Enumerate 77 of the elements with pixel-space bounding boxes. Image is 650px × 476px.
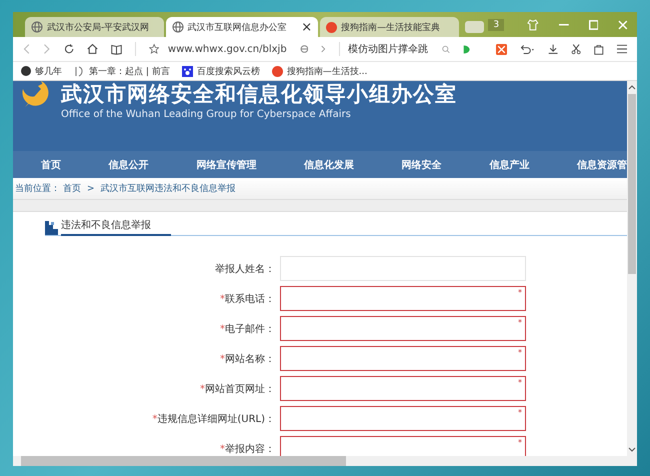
breadcrumb-current: 武汉市互联网违法和不良信息举报 bbox=[100, 182, 236, 195]
breadcrumb-link[interactable]: 首页 bbox=[63, 182, 81, 195]
field-label: 举报人姓名： bbox=[214, 262, 275, 276]
breadcrumb-label: 当前位置： bbox=[15, 182, 60, 195]
bookmark-title: 够几年 bbox=[35, 66, 62, 78]
download-icon[interactable] bbox=[548, 42, 558, 56]
scrollbar-thumb[interactable] bbox=[21, 456, 346, 466]
tab-title: 武汉市公安局-平安武汉网 bbox=[47, 22, 150, 34]
chevron-right-icon[interactable] bbox=[321, 44, 326, 54]
back-icon[interactable] bbox=[23, 42, 30, 56]
nav-link[interactable]: 信息资源管 bbox=[576, 158, 627, 172]
vertical-scrollbar[interactable] bbox=[627, 81, 637, 456]
field-label: *网站名称： bbox=[219, 352, 275, 366]
bookmark-title: 第一章：起点 | 前言 bbox=[89, 66, 170, 78]
nav-link[interactable]: 信息化发展 bbox=[304, 158, 354, 172]
globe-icon bbox=[172, 21, 184, 33]
input-field[interactable]: * bbox=[280, 346, 526, 371]
shirt-icon[interactable] bbox=[527, 18, 539, 30]
nav-link[interactable]: 网络宣传管理 bbox=[196, 158, 256, 172]
field-label: *网站首页网址： bbox=[199, 382, 275, 396]
tab-count-button[interactable]: 3 bbox=[488, 18, 504, 30]
home-icon[interactable] bbox=[86, 42, 98, 56]
input-field[interactable] bbox=[280, 256, 526, 281]
tools-icon[interactable] bbox=[496, 42, 507, 56]
search-icon[interactable] bbox=[442, 44, 450, 54]
input-field[interactable]: * bbox=[280, 376, 526, 401]
scissors-icon[interactable] bbox=[570, 42, 582, 56]
undo-icon[interactable] bbox=[520, 42, 535, 56]
input-field[interactable]: * bbox=[280, 286, 526, 311]
bookmark-link[interactable]: 百度搜索风云榜 bbox=[182, 64, 260, 78]
forward-icon[interactable] bbox=[43, 42, 51, 56]
horizontal-scrollbar[interactable] bbox=[13, 456, 637, 466]
scrollbar-thumb[interactable] bbox=[628, 94, 636, 274]
site-subtitle: Office of the Wuhan Leading Group for Cyberspace Affairs bbox=[61, 109, 352, 120]
browser-tab[interactable]: 武汉市公安局-平安武汉网 bbox=[25, 17, 164, 37]
field-label: *举报内容： bbox=[219, 442, 275, 456]
steps-icon bbox=[45, 221, 58, 235]
browser-tab[interactable]: 武汉市互联网信息办公室 × bbox=[166, 17, 318, 37]
breadcrumb-separator: > bbox=[87, 184, 95, 194]
nav-link[interactable]: 首页 bbox=[41, 158, 61, 172]
menu-icon[interactable] bbox=[616, 43, 627, 55]
sogou-logo-icon bbox=[272, 66, 283, 76]
bookmark-title: 搜狗指南—生活技... bbox=[286, 66, 368, 78]
paw-icon bbox=[182, 66, 193, 76]
minimize-icon[interactable] bbox=[558, 24, 568, 26]
play-icon[interactable] bbox=[462, 42, 470, 56]
new-tab-button[interactable] bbox=[464, 21, 484, 33]
scroll-down-icon[interactable] bbox=[628, 447, 636, 452]
nav-link[interactable]: 信息产业 bbox=[489, 158, 530, 172]
field-label: *违规信息详细网址(URL)： bbox=[151, 412, 275, 426]
address-field[interactable]: www.whwx.gov.cn/blxjb bbox=[168, 44, 287, 54]
nav-link[interactable]: 网络安全 bbox=[402, 158, 442, 172]
reload-icon[interactable] bbox=[64, 42, 74, 56]
field-label: *联系电话： bbox=[219, 292, 275, 306]
globe-icon bbox=[31, 21, 43, 33]
bookmark-link[interactable]: 搜狗指南—生活技... bbox=[272, 64, 368, 78]
close-icon[interactable] bbox=[618, 20, 628, 30]
book-icon[interactable] bbox=[110, 42, 122, 56]
close-tab-button[interactable]: × bbox=[301, 20, 312, 34]
tab-title: 搜狗指南—生活技能宝典 bbox=[341, 22, 442, 34]
search-field[interactable]: 模仿动图片撑伞跳 bbox=[338, 42, 429, 56]
scroll-up-icon[interactable] bbox=[628, 85, 636, 90]
sogou-logo-icon bbox=[326, 22, 338, 32]
bookmark-link[interactable]: 第一章：起点 | 前言 bbox=[74, 64, 170, 78]
input-field[interactable]: * bbox=[280, 316, 526, 341]
star-icon[interactable] bbox=[148, 42, 159, 56]
bookmark-title: 百度搜索风云榜 bbox=[196, 66, 260, 78]
input-field[interactable]: * bbox=[280, 406, 526, 431]
tab-title: 武汉市互联网信息办公室 bbox=[188, 22, 288, 34]
browser-tab[interactable]: 搜狗指南—生活技能宝典 bbox=[320, 17, 459, 37]
nav-link[interactable]: 信息公开 bbox=[108, 158, 149, 172]
field-label: *电子邮件： bbox=[219, 322, 275, 336]
section-title: 违法和不良信息举报 bbox=[61, 218, 171, 236]
bookmark-link[interactable]: 够几年 bbox=[21, 64, 62, 78]
maximize-icon[interactable] bbox=[588, 20, 598, 30]
circle-icon bbox=[21, 66, 31, 76]
site-title: 武汉市网络安全和信息化领导小组办公室 bbox=[61, 81, 457, 107]
